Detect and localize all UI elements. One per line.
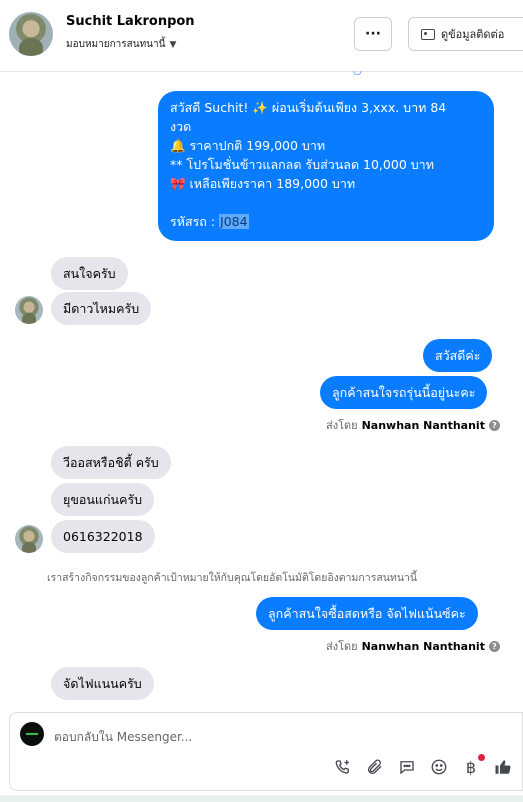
system-activity-note: เราสร้างกิจกรรมของลูกค้าเป้าหมายให้กับคุ… [47, 572, 418, 584]
reply-composer[interactable]: ตอบกลับใน Messenger... ฿ [9, 712, 523, 791]
caret-down-icon: ▼ [169, 39, 177, 50]
like-icon[interactable] [492, 756, 514, 778]
scroll-indicator-icon: ◡ [353, 66, 362, 77]
incoming-message[interactable]: มีดาวไหมครับ [51, 292, 152, 325]
saved-reply-icon[interactable] [396, 756, 418, 778]
promo-code-line: รหัสรถ : J084 [170, 212, 482, 231]
sender-name: Nanwhan Nanthanit [361, 418, 485, 432]
help-icon[interactable]: ? [488, 419, 500, 431]
contact-avatar-small[interactable] [15, 525, 43, 553]
reply-input[interactable]: ตอบกลับใน Messenger... [54, 728, 192, 747]
promo-spacer [170, 193, 482, 212]
promo-line: งวด [170, 119, 192, 134]
incoming-message[interactable]: วีออสหรือชิตี้ ครับ [51, 446, 171, 479]
more-options-button[interactable]: ··· [354, 17, 392, 51]
sent-by-label: ส่งโดย Nanwhan Nanthanit ? [326, 416, 500, 434]
sent-by-label: ส่งโดย Nanwhan Nanthanit ? [326, 637, 500, 655]
conversation-header: Suchit Lakronpon มอบหมายการสนทนานี้ ▼ ··… [0, 0, 523, 72]
help-icon[interactable]: ? [488, 640, 500, 652]
promo-line: 🔔 ราคาปกติ 199,000 บาท [170, 138, 326, 153]
attachment-icon[interactable] [364, 756, 386, 778]
promo-line: ** โปรโมชั่นข้าวแลกลด รับส่วนลด 10,000 บ… [170, 157, 434, 172]
promo-code-value: J084 [219, 214, 249, 229]
more-options-label: ··· [365, 26, 381, 42]
bottom-edge [0, 795, 523, 802]
notification-dot [478, 754, 485, 761]
promo-code-label: รหัสรถ : [170, 214, 220, 229]
sent-by-prefix: ส่งโดย [326, 419, 358, 432]
message-thread[interactable]: ◡ สวัสดี Suchit! ✨ ผ่อนเริ่มต้นเพียง 3,x… [0, 66, 523, 712]
emoji-icon[interactable] [428, 756, 450, 778]
outgoing-message[interactable]: ลูกค้าสนใจซื้อสดหรือ จัดไฟแน้นซ์คะ [256, 597, 478, 630]
contact-avatar-small[interactable] [15, 296, 43, 324]
outgoing-message[interactable]: ลูกค้าสนใจรถรุ่นนี้อยู่นะคะ [320, 376, 488, 409]
contact-card-icon [421, 28, 435, 40]
incoming-message[interactable]: สนใจครับ [51, 257, 128, 290]
baht-payment-icon[interactable]: ฿ [460, 754, 485, 778]
promo-line: 🎀 เหลือเพียงราคา 189,000 บาท [170, 176, 356, 191]
assign-conversation-dropdown[interactable]: มอบหมายการสนทนานี้ ▼ [66, 37, 176, 52]
assign-conversation-label: มอบหมายการสนทนานี้ [66, 39, 166, 50]
outgoing-message[interactable]: สวัสดีค่ะ [423, 339, 493, 372]
incoming-message[interactable]: จัดไฟแนนครับ [51, 667, 154, 700]
incoming-message[interactable]: ยุขอนแก่นครับ [51, 483, 155, 516]
sender-name: Nanwhan Nanthanit [361, 639, 485, 653]
contact-avatar[interactable] [9, 12, 53, 56]
view-contact-info-button[interactable]: ดูข้อมูลติดต่อ [408, 17, 523, 51]
promo-line: สวัสดี Suchit! ✨ ผ่อนเริ่มต้นเพียง 3,xxx… [170, 100, 447, 115]
sent-by-prefix: ส่งโดย [326, 640, 358, 653]
incoming-message[interactable]: 0616322018 [51, 520, 155, 553]
outgoing-promo-message[interactable]: สวัสดี Suchit! ✨ ผ่อนเริ่มต้นเพียง 3,xxx… [158, 91, 494, 241]
contact-name[interactable]: Suchit Lakronpon [66, 14, 195, 29]
baht-glyph: ฿ [465, 757, 477, 777]
call-add-icon[interactable] [332, 756, 354, 778]
page-logo [20, 722, 44, 746]
view-contact-info-label: ดูข้อมูลติดต่อ [441, 28, 505, 41]
